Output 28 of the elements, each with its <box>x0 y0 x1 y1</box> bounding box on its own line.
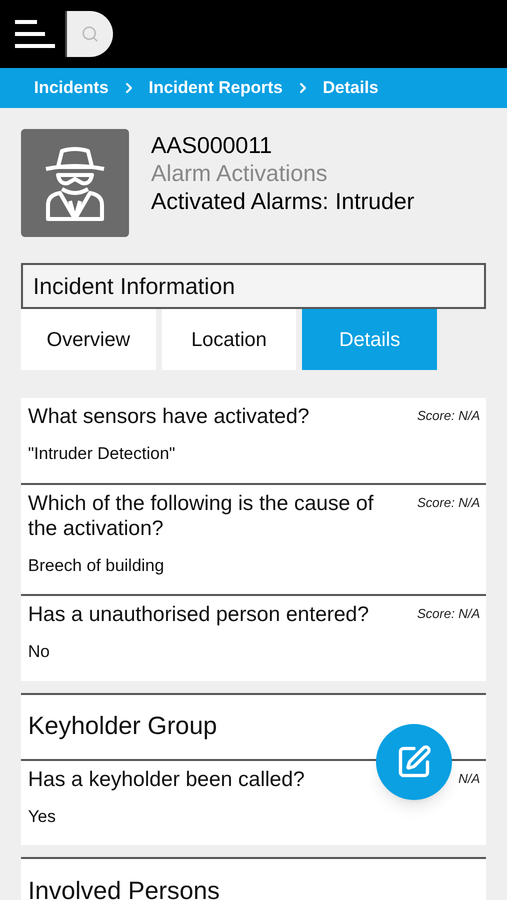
question-text: What sensors have activated? <box>28 404 310 429</box>
search-button[interactable] <box>67 11 113 57</box>
incident-type: Activated Alarms: Intruder <box>151 187 414 215</box>
breadcrumb-link[interactable]: Details <box>322 75 378 101</box>
score-label: N/A <box>458 770 480 788</box>
score-label: Score: N/A <box>417 605 480 623</box>
group-title: Involved Persons <box>28 876 220 900</box>
group-title: Keyholder Group <box>28 710 218 742</box>
question-text: Has a unauthorised person entered? <box>28 602 369 627</box>
incident-id: AAS000011 <box>151 131 274 159</box>
menu-icon[interactable] <box>15 20 55 48</box>
section-title: Incident Information <box>33 272 236 301</box>
tab[interactable]: Overview <box>21 309 156 370</box>
question-text: Which of the following is the cause of the activation? <box>28 490 375 540</box>
edit-icon <box>396 744 432 780</box>
question-text: Has a keyholder been called? <box>28 766 305 792</box>
breadcrumb-link[interactable]: Incident Reports <box>148 75 283 101</box>
score-label: Score: N/A <box>417 407 480 425</box>
incident-category: Alarm Activations <box>151 159 328 187</box>
breadcrumb-link[interactable]: Incidents <box>34 75 109 101</box>
answer-text: "Intruder Detection" <box>28 443 176 465</box>
answer-text: Yes <box>28 806 57 828</box>
answer-text: Breech of building <box>28 554 166 576</box>
tab[interactable]: Details <box>302 309 438 370</box>
answer-text: No <box>28 641 51 663</box>
score-label: Score: N/A <box>417 494 480 512</box>
tab[interactable]: Location <box>162 309 296 370</box>
search-icon <box>81 25 99 43</box>
